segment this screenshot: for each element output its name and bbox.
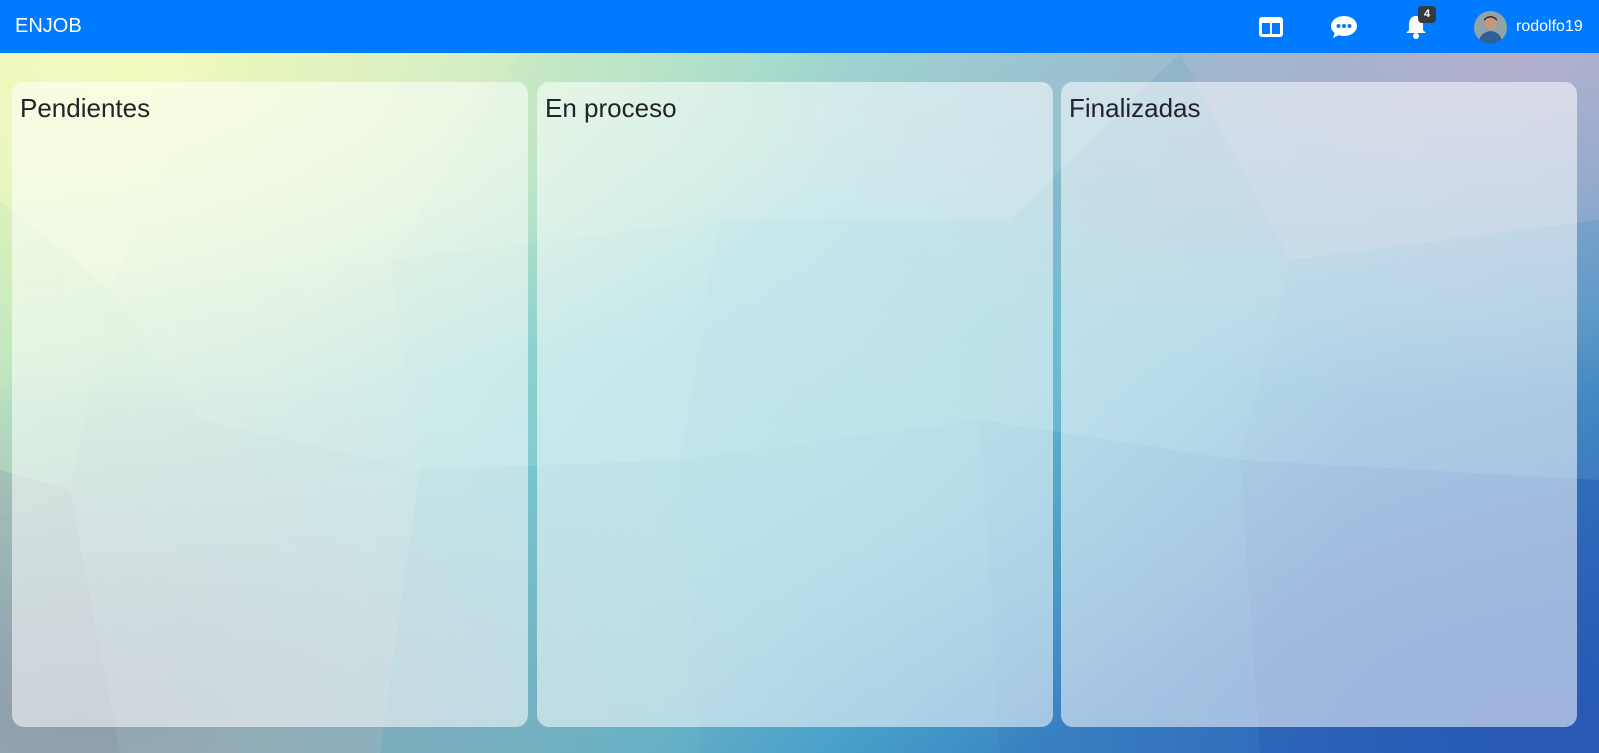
- columns-icon[interactable]: [1256, 12, 1286, 42]
- brand-logo[interactable]: ENJOB: [15, 14, 82, 38]
- chat-icon[interactable]: [1329, 12, 1359, 42]
- column-title: Pendientes: [20, 93, 151, 123]
- username: rodolfo19: [1516, 18, 1583, 35]
- column-title: Finalizadas: [1069, 93, 1201, 123]
- column-pendientes: Pendientes: [12, 82, 528, 727]
- user-menu[interactable]: rodolfo19: [1474, 10, 1583, 44]
- column-en-proceso: En proceso: [537, 82, 1053, 727]
- notification-badge: 4: [1418, 6, 1436, 23]
- column-finalizadas: Finalizadas: [1061, 82, 1577, 727]
- avatar: [1474, 10, 1507, 44]
- navbar: ENJOB 4 rodolfo19: [0, 0, 1599, 53]
- column-title: En proceso: [545, 93, 677, 123]
